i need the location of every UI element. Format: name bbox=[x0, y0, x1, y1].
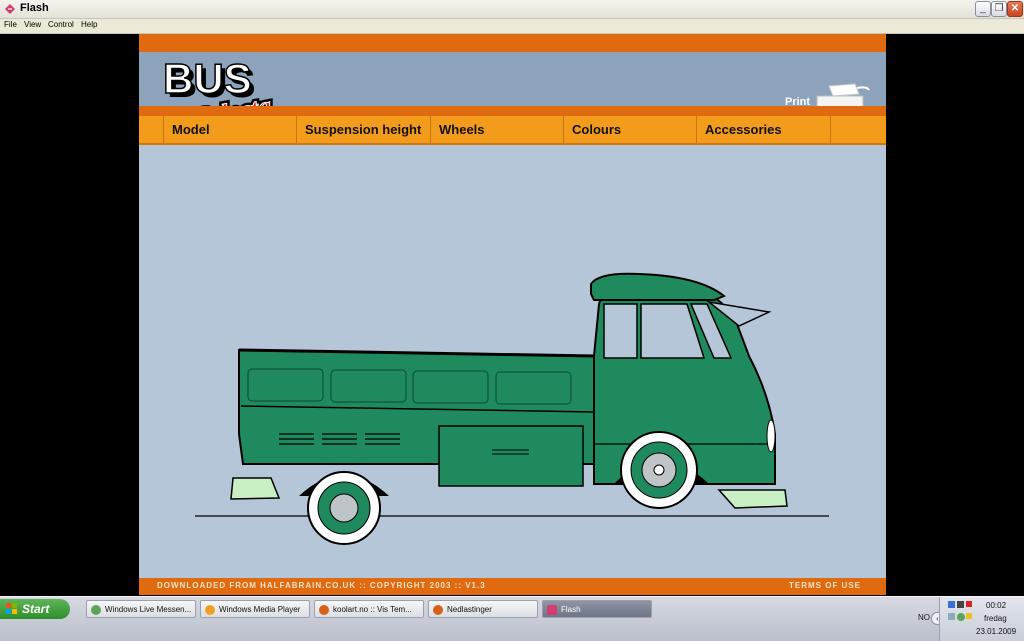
nav-suspension-height[interactable]: Suspension height bbox=[296, 116, 430, 143]
menu-view[interactable]: View bbox=[24, 20, 41, 29]
terms-of-use-link[interactable]: TERMS OF USE bbox=[789, 581, 861, 590]
header-band: BUS BUS Selecta Selecta Print bbox=[139, 52, 886, 125]
start-label: Start bbox=[22, 602, 50, 616]
window-title-bar: Flash _ ❐ ✕ bbox=[0, 0, 1024, 19]
flash-icon bbox=[547, 605, 557, 615]
clock-time: 00:02 bbox=[986, 601, 1007, 610]
media-player-icon bbox=[205, 605, 215, 615]
start-button[interactable]: Start bbox=[0, 599, 70, 619]
menu-control[interactable]: Control bbox=[48, 20, 74, 29]
flash-icon bbox=[5, 4, 15, 14]
printer-tray-icon bbox=[948, 613, 955, 620]
nav-accessories[interactable]: Accessories bbox=[696, 116, 830, 143]
menu-file[interactable]: File bbox=[4, 20, 17, 29]
task-label: Nedlastinger bbox=[447, 605, 492, 614]
headlight bbox=[766, 419, 776, 453]
update-icon bbox=[966, 613, 972, 619]
window-title: Flash bbox=[20, 2, 49, 14]
task-flash[interactable]: Flash bbox=[542, 600, 652, 618]
hub-center bbox=[653, 464, 665, 476]
header-divider bbox=[139, 106, 886, 116]
task-label: Flash bbox=[561, 605, 581, 614]
task-messenger[interactable]: Windows Live Messen... bbox=[86, 600, 196, 618]
task-label: koolart.no :: Vis Tem... bbox=[333, 605, 412, 614]
firefox-icon bbox=[319, 605, 329, 615]
system-tray: 00:02 fredag 23.01.2009 bbox=[939, 597, 1024, 641]
nav-wheels[interactable]: Wheels bbox=[430, 116, 564, 143]
firefox-icon bbox=[433, 605, 443, 615]
volume-icon bbox=[957, 601, 964, 608]
nav-colours[interactable]: Colours bbox=[563, 116, 697, 143]
maximize-button[interactable]: ❐ bbox=[991, 1, 1007, 17]
cab-side-window bbox=[603, 303, 638, 359]
task-label: Windows Media Player bbox=[219, 605, 301, 614]
nav-model[interactable]: Model bbox=[163, 116, 297, 143]
vw-pickup-illustration bbox=[195, 272, 829, 545]
task-koolart[interactable]: koolart.no :: Vis Tem... bbox=[314, 600, 424, 618]
nav-spacer bbox=[830, 116, 886, 143]
clock-date: 23.01.2009 bbox=[976, 627, 1017, 636]
roof-visor bbox=[590, 272, 726, 301]
nav-bar: Model Suspension height Wheels Colours A… bbox=[139, 116, 886, 145]
front-bumper bbox=[717, 489, 788, 509]
menu-help[interactable]: Help bbox=[81, 20, 97, 29]
footer-bar: DOWNLOADED FROM HALFABRAIN.CO.UK :: COPY… bbox=[139, 578, 886, 595]
top-strip bbox=[139, 34, 886, 52]
taskbar: Start Windows Live Messen... Windows Med… bbox=[0, 596, 1024, 641]
menu-bar: File View Control Help bbox=[0, 19, 1024, 34]
rear-hubcap bbox=[329, 493, 359, 523]
rear-bumper bbox=[230, 477, 281, 500]
security-icon bbox=[966, 601, 972, 607]
flash-stage: BUS BUS Selecta Selecta Print Model Susp… bbox=[139, 34, 886, 595]
windows-flag-icon bbox=[6, 603, 17, 614]
task-nedlastinger[interactable]: Nedlastinger bbox=[428, 600, 538, 618]
network-icon bbox=[948, 601, 955, 608]
task-media-player[interactable]: Windows Media Player bbox=[200, 600, 310, 618]
close-button[interactable]: ✕ bbox=[1007, 1, 1023, 17]
footer-copyright: DOWNLOADED FROM HALFABRAIN.CO.UK :: COPY… bbox=[157, 581, 486, 590]
messenger-tray-icon bbox=[957, 613, 965, 621]
clock-day: fredag bbox=[984, 614, 1007, 623]
tray-icons bbox=[948, 601, 972, 621]
minimize-button[interactable]: _ bbox=[975, 1, 991, 17]
messenger-icon bbox=[91, 605, 101, 615]
task-label: Windows Live Messen... bbox=[105, 605, 192, 614]
locker-door bbox=[438, 425, 584, 487]
language-indicator[interactable]: NO bbox=[918, 613, 930, 622]
